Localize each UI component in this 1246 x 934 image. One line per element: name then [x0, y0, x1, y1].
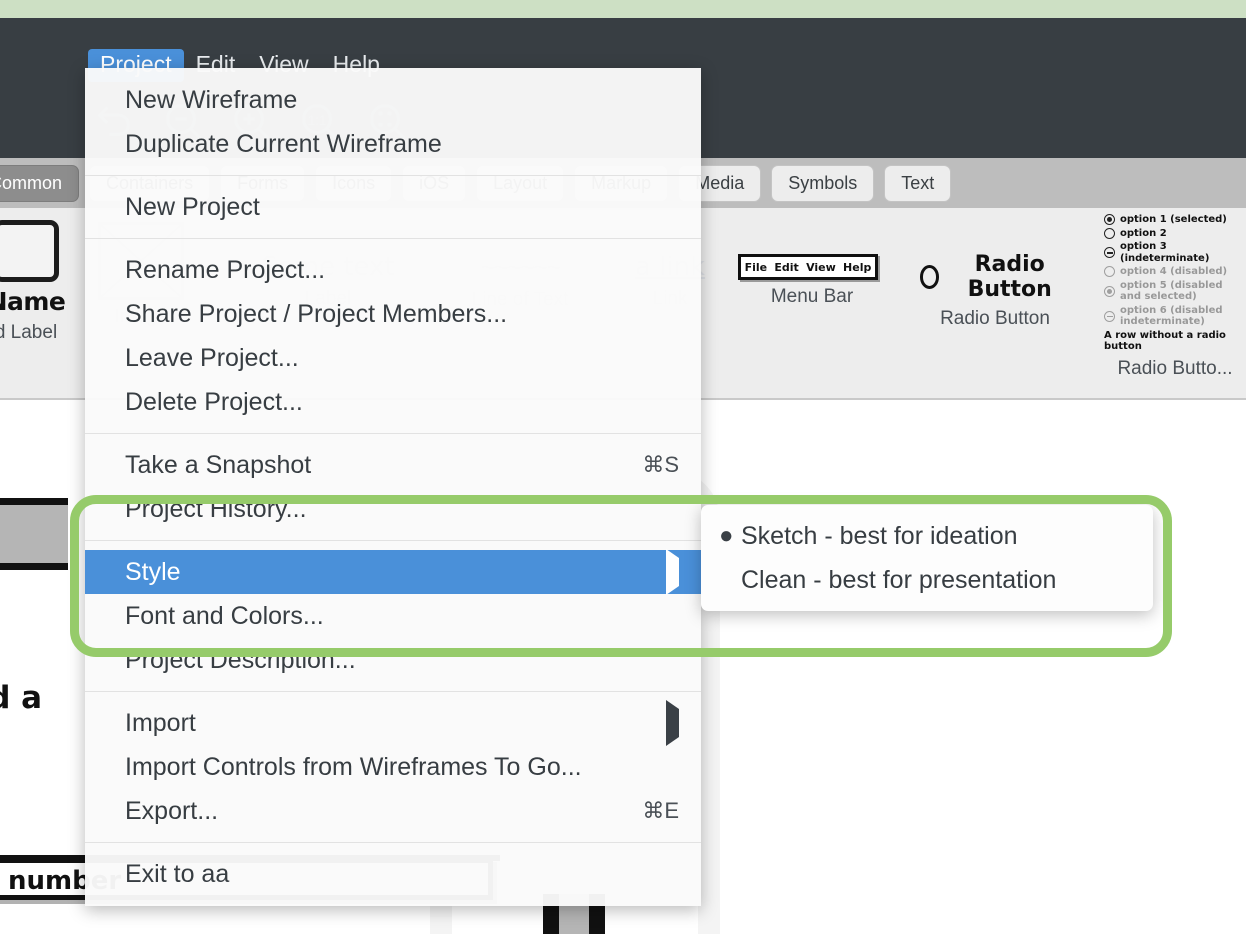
radio-sample-text: Radio Button: [967, 252, 1052, 302]
palette-tab-common[interactable]: Common: [0, 164, 80, 202]
widget-label: Radio Button: [940, 308, 1050, 329]
radio-group-row[interactable]: option 4 (disabled): [1104, 266, 1246, 278]
radio-group-row-label: option 5 (disabled and selected): [1120, 279, 1223, 303]
menu-separator: [85, 238, 701, 239]
submenu-arrow-icon: [666, 548, 679, 595]
submenu-arrow-icon: [666, 699, 679, 746]
menu-item-label: Share Project / Project Members...: [125, 299, 508, 328]
submenu-item-label: Clean - best for presentation: [741, 565, 1057, 594]
radio-group-row[interactable]: option 2: [1104, 228, 1246, 240]
radio-group-row-label: option 4 (disabled): [1120, 266, 1228, 277]
menu-item-label: Export...: [125, 796, 219, 825]
submenu-item-sketch[interactable]: ● Sketch - best for ideation: [701, 514, 1153, 558]
canvas-heading[interactable]: dd a: [0, 680, 42, 716]
menu-item-leave-project[interactable]: Leave Project...: [85, 336, 701, 380]
menu-item-label: Project History...: [125, 494, 307, 523]
style-submenu[interactable]: ● Sketch - best for ideation Clean - best …: [701, 505, 1153, 611]
menu-item-take-a-snapshot[interactable]: Take a Snapshot ⌘S: [85, 443, 701, 487]
radio-button-preview: Radio Button: [920, 252, 1070, 302]
menu-separator: [85, 433, 701, 434]
menu-item-label: Import: [125, 708, 196, 737]
radio-mark-icon: [1104, 227, 1115, 239]
menu-item-font-and-colors[interactable]: Font and Colors...: [85, 594, 701, 638]
menu-item-label: Style: [125, 557, 181, 586]
menu-item-label: Leave Project...: [125, 343, 299, 372]
menu-bar-preview: File Edit View Help: [738, 254, 878, 280]
menu-item-style[interactable]: Style: [85, 548, 701, 595]
app-window: ProjectEditViewHelp 1:1: [0, 0, 1246, 934]
field-box-icon: [0, 220, 59, 282]
menu-item-label: Rename Project...: [125, 255, 326, 284]
menu-bar-preview-item: Help: [843, 260, 872, 274]
top-green-strip: [0, 0, 1246, 18]
radio-mark-icon: [1104, 247, 1115, 258]
radio-mark-icon: [1104, 310, 1115, 322]
menu-item-label: Import Controls from Wireframes To Go...: [125, 752, 582, 781]
menu-item-shortcut: ⌘S: [642, 452, 679, 477]
widget-label: d Label: [0, 322, 58, 343]
menu-item-duplicate-current-wireframe[interactable]: Duplicate Current Wireframe: [85, 122, 701, 166]
menu-item-new-wireframe[interactable]: New Wireframe: [85, 78, 701, 122]
radio-group-row[interactable]: option 6 (disabled indeterminate): [1104, 305, 1246, 328]
menu-item-label: Take a Snapshot: [125, 450, 312, 479]
radio-mark-icon: [1104, 266, 1115, 278]
menu-item-label: New Project: [125, 192, 260, 221]
menu-bar-preview-item: File: [744, 260, 768, 274]
menu-item-label: Exit to aa: [125, 859, 230, 888]
radio-circle-icon: [920, 265, 940, 289]
submenu-item-label: Sketch - best for ideation: [741, 521, 1018, 550]
menu-item-exit-to-aa[interactable]: Exit to aa: [85, 852, 701, 896]
field-sample-text: Name: [0, 287, 66, 316]
radio-mark-icon: [1104, 214, 1115, 226]
radio-group-preview: option 1 (selected) option 2 option 3 (ind…: [1104, 214, 1246, 328]
menu-item-label: Font and Colors...: [125, 601, 324, 630]
selected-bullet-icon: ●: [719, 522, 734, 549]
submenu-item-clean[interactable]: Clean - best for presentation: [701, 558, 1153, 602]
radio-group-row-label: option 1 (selected): [1120, 214, 1227, 225]
palette-tab-symbols[interactable]: Symbols: [771, 164, 875, 202]
menu-item-project-description[interactable]: Project Description...: [85, 638, 701, 682]
menu-separator: [85, 691, 701, 692]
canvas-gray-block[interactable]: [0, 498, 68, 570]
radio-group-row[interactable]: option 5 (disabled and selected): [1104, 280, 1246, 303]
menu-item-shortcut: ⌘E: [642, 798, 679, 823]
widget-menu-bar[interactable]: File Edit View Help Menu Bar: [738, 254, 886, 308]
radio-mark-icon: [1104, 285, 1115, 297]
widget-radio-button-group[interactable]: option 1 (selected) option 2 option 3 (ind…: [1104, 214, 1246, 380]
menu-separator: [85, 842, 701, 843]
menu-item-new-project[interactable]: New Project: [85, 185, 701, 229]
menu-separator: [85, 175, 701, 176]
radio-group-note: A row without a radio button: [1104, 329, 1226, 352]
widget-label: Menu Bar: [770, 286, 854, 307]
menu-item-share-project-project-members[interactable]: Share Project / Project Members...: [85, 292, 701, 336]
widget-radio-button[interactable]: Radio Button Radio Button: [920, 252, 1070, 330]
menu-item-label: New Wireframe: [125, 85, 298, 114]
project-dropdown-menu[interactable]: New Wireframe Duplicate Current Wireframe…: [85, 68, 701, 906]
radio-group-row-label: option 3 (indeterminate): [1120, 241, 1210, 264]
menu-item-label: Delete Project...: [125, 387, 303, 416]
menu-separator: [85, 540, 701, 541]
palette-tab-text[interactable]: Text: [884, 164, 952, 202]
widget-label: Radio Butto...: [1117, 357, 1233, 379]
menu-item-rename-project[interactable]: Rename Project...: [85, 248, 701, 292]
radio-group-row[interactable]: option 1 (selected): [1104, 214, 1246, 226]
radio-group-row-label: option 6 (disabled indeterminate): [1120, 304, 1223, 328]
menu-item-project-history[interactable]: Project History...: [85, 487, 701, 531]
menu-item-import-controls-from-wireframes-to-go[interactable]: Import Controls from Wireframes To Go...: [85, 745, 701, 789]
menu-item-label: Duplicate Current Wireframe: [125, 129, 442, 158]
widget-field-with-label[interactable]: Name d Label: [0, 220, 86, 344]
menu-bar-preview-item: Edit: [774, 260, 799, 274]
menu-item-label: Project Description...: [125, 645, 356, 674]
menu-item-export[interactable]: Export... ⌘E: [85, 789, 701, 833]
menu-item-import[interactable]: Import: [85, 699, 701, 746]
radio-group-row[interactable]: option 3 (indeterminate): [1104, 241, 1246, 264]
menu-item-delete-project[interactable]: Delete Project...: [85, 380, 701, 424]
menu-bar-preview-item: View: [806, 260, 836, 274]
radio-group-row-label: option 2: [1120, 227, 1167, 239]
